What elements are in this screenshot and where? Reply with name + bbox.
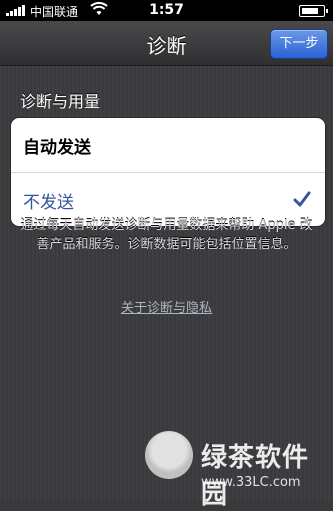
option-auto-send[interactable]: 自动发送 bbox=[11, 118, 325, 173]
privacy-link[interactable]: 关于诊断与隐私 bbox=[0, 297, 333, 316]
next-button[interactable]: 下一步 bbox=[270, 29, 328, 59]
status-bar: 中国联通 1:57 bbox=[0, 0, 333, 21]
option-label: 自动发送 bbox=[23, 138, 91, 158]
description-text: 通过每天自动发送诊断与用量数据来帮助 Apple 改善产品和服务。诊断数据可能包… bbox=[20, 218, 313, 252]
checkmark-icon bbox=[293, 191, 311, 207]
content-area: 诊断与用量 自动发送 不发送 通过每天自动发送诊断与用量数据来帮助 Apple … bbox=[0, 66, 333, 510]
option-label: 不发送 bbox=[23, 193, 74, 213]
battery-icon bbox=[299, 5, 328, 17]
clock: 1:57 bbox=[149, 2, 184, 18]
watermark-logo-icon bbox=[145, 431, 193, 479]
options-group: 自动发送 不发送 bbox=[10, 117, 326, 227]
section-header: 诊断与用量 bbox=[20, 92, 101, 111]
watermark-url: www.33LC.com bbox=[201, 475, 301, 490]
watermark: 绿茶软件园 www.33LC.com bbox=[145, 431, 330, 510]
navigation-bar: 诊断 下一步 bbox=[0, 21, 333, 66]
